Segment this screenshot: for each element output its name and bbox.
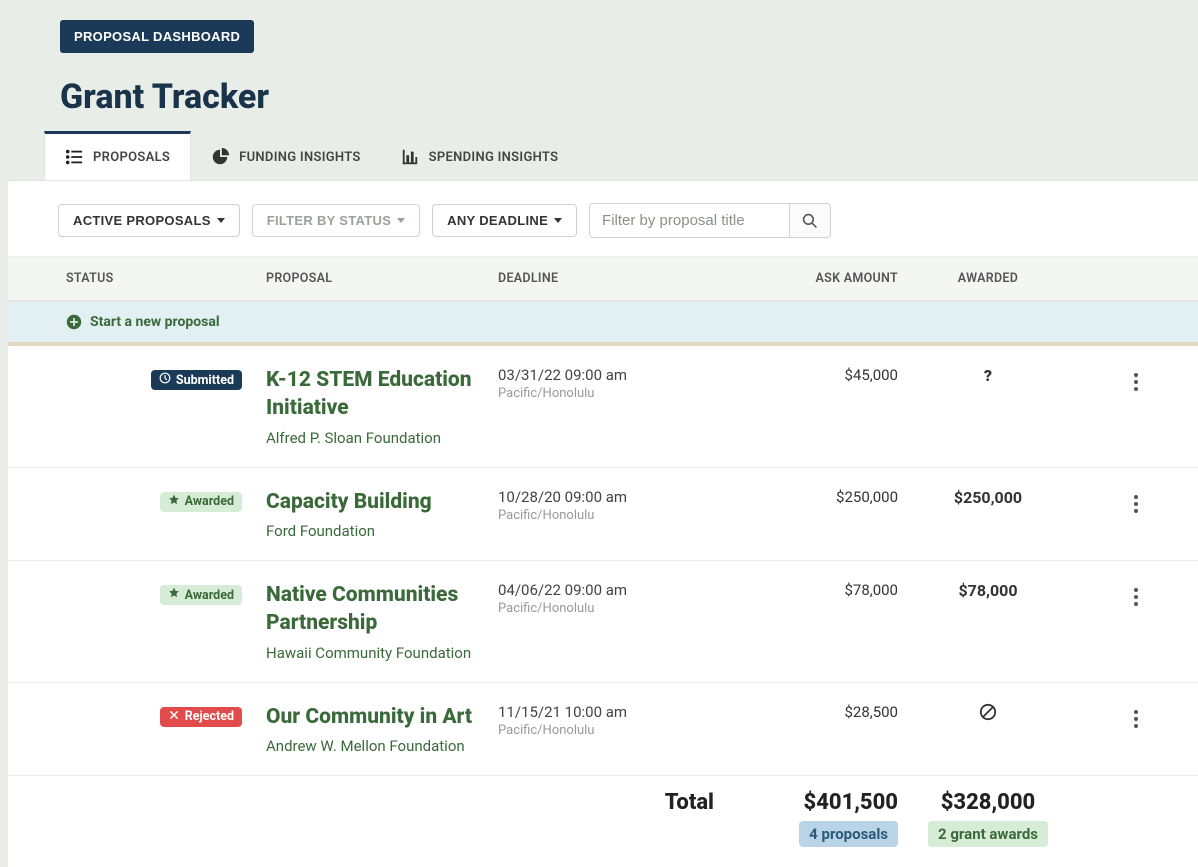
total-awarded-amount: $328,000 bbox=[898, 790, 1078, 815]
filter-active-proposals[interactable]: ACTIVE PROPOSALS bbox=[58, 204, 240, 237]
deadline-datetime: 11/15/21 10:00 am bbox=[498, 703, 718, 721]
table-row: Submitted K-12 STEM Education Initiative A… bbox=[8, 346, 1198, 468]
deadline-timezone: Pacific/Honolulu bbox=[498, 508, 718, 523]
proposals-count-pill: 4 proposals bbox=[799, 821, 898, 847]
pie-chart-icon bbox=[211, 148, 229, 166]
total-ask-amount: $401,500 bbox=[718, 790, 898, 815]
filter-status-label: FILTER BY STATUS bbox=[267, 213, 391, 228]
tab-proposals-label: PROPOSALS bbox=[93, 150, 170, 165]
filter-by-status[interactable]: FILTER BY STATUS bbox=[252, 204, 420, 237]
page-title: Grant Tracker bbox=[60, 77, 1198, 117]
start-new-proposal-label: Start a new proposal bbox=[90, 314, 220, 330]
tab-spending-insights[interactable]: SPENDING INSIGHTS bbox=[381, 131, 579, 180]
status-label: Rejected bbox=[185, 709, 234, 724]
tabs: PROPOSALS FUNDING INSIGHTS SPENDING INSI… bbox=[44, 131, 1198, 180]
proposal-title-link[interactable]: K-12 STEM Education Initiative bbox=[266, 366, 498, 423]
proposal-title-link[interactable]: Native Communities Partnership bbox=[266, 581, 498, 638]
table-row: Awarded Native Communities Partnership Haw… bbox=[8, 561, 1198, 683]
deadline-timezone: Pacific/Honolulu bbox=[498, 601, 718, 616]
star-icon bbox=[168, 587, 180, 603]
search-icon bbox=[802, 213, 818, 229]
row-menu-button[interactable] bbox=[1124, 492, 1148, 516]
proposal-funder: Alfred P. Sloan Foundation bbox=[266, 429, 498, 447]
chevron-down-icon bbox=[554, 218, 562, 223]
tab-proposals[interactable]: PROPOSALS bbox=[44, 131, 191, 180]
deadline-datetime: 04/06/22 09:00 am bbox=[498, 581, 718, 599]
col-proposal: PROPOSAL bbox=[266, 271, 498, 286]
search-input[interactable] bbox=[589, 203, 789, 238]
proposal-funder: Andrew W. Mellon Foundation bbox=[266, 737, 498, 755]
totals-row: Total $401,500 4 proposals $328,000 2 gr… bbox=[8, 776, 1198, 867]
grant-awards-count-pill: 2 grant awards bbox=[928, 821, 1048, 847]
proposal-title-link[interactable]: Our Community in Art bbox=[266, 703, 498, 731]
filter-bar: ACTIVE PROPOSALS FILTER BY STATUS ANY DE… bbox=[8, 181, 1198, 257]
ask-amount: $28,500 bbox=[718, 703, 898, 721]
col-status: STATUS bbox=[66, 271, 266, 286]
tab-funding-label: FUNDING INSIGHTS bbox=[239, 150, 361, 165]
proposal-funder: Hawaii Community Foundation bbox=[266, 644, 498, 662]
bar-chart-icon bbox=[401, 148, 419, 166]
status-badge: Submitted bbox=[151, 370, 242, 390]
star-icon bbox=[168, 494, 180, 510]
row-menu-button[interactable] bbox=[1124, 370, 1148, 394]
row-menu-button[interactable] bbox=[1124, 585, 1148, 609]
total-label: Total bbox=[498, 790, 718, 847]
plus-circle-icon bbox=[66, 314, 82, 330]
col-deadline: DEADLINE bbox=[498, 271, 718, 286]
list-icon bbox=[65, 148, 83, 166]
status-badge: Awarded bbox=[160, 585, 242, 605]
tab-spending-label: SPENDING INSIGHTS bbox=[429, 150, 559, 165]
status-label: Awarded bbox=[185, 588, 234, 603]
table-header: STATUS PROPOSAL DEADLINE ASK AMOUNT AWAR… bbox=[8, 257, 1198, 302]
awarded-unknown: ? bbox=[898, 366, 1078, 385]
ask-amount: $45,000 bbox=[718, 366, 898, 384]
status-badge: Awarded bbox=[160, 492, 242, 512]
row-menu-button[interactable] bbox=[1124, 707, 1148, 731]
table-row: Awarded Capacity Building Ford Foundation1… bbox=[8, 468, 1198, 561]
table-row: Rejected Our Community in Art Andrew W. Me… bbox=[8, 683, 1198, 776]
filter-any-deadline[interactable]: ANY DEADLINE bbox=[432, 204, 577, 237]
proposal-funder: Ford Foundation bbox=[266, 522, 498, 540]
proposals-panel: ACTIVE PROPOSALS FILTER BY STATUS ANY DE… bbox=[8, 180, 1198, 867]
awarded-rejected bbox=[898, 703, 1078, 725]
col-awarded: AWARDED bbox=[898, 271, 1078, 286]
prohibited-icon bbox=[979, 703, 997, 721]
deadline-timezone: Pacific/Honolulu bbox=[498, 723, 718, 738]
clock-icon bbox=[159, 372, 171, 388]
chevron-down-icon bbox=[217, 218, 225, 223]
x-icon bbox=[168, 709, 180, 725]
col-ask-amount: ASK AMOUNT bbox=[718, 271, 898, 286]
deadline-datetime: 10/28/20 09:00 am bbox=[498, 488, 718, 506]
awarded-amount: $78,000 bbox=[898, 581, 1078, 600]
status-label: Awarded bbox=[185, 494, 234, 509]
awarded-amount: $250,000 bbox=[898, 488, 1078, 507]
start-new-proposal-row[interactable]: Start a new proposal bbox=[8, 302, 1198, 346]
search-button[interactable] bbox=[789, 203, 831, 238]
ask-amount: $250,000 bbox=[718, 488, 898, 506]
proposal-dashboard-button[interactable]: PROPOSAL DASHBOARD bbox=[60, 20, 254, 53]
proposal-title-link[interactable]: Capacity Building bbox=[266, 488, 498, 516]
ask-amount: $78,000 bbox=[718, 581, 898, 599]
deadline-datetime: 03/31/22 09:00 am bbox=[498, 366, 718, 384]
status-badge: Rejected bbox=[160, 707, 242, 727]
tab-funding-insights[interactable]: FUNDING INSIGHTS bbox=[191, 131, 381, 180]
status-label: Submitted bbox=[176, 373, 234, 388]
deadline-timezone: Pacific/Honolulu bbox=[498, 386, 718, 401]
filter-active-label: ACTIVE PROPOSALS bbox=[73, 213, 211, 228]
filter-deadline-label: ANY DEADLINE bbox=[447, 213, 548, 228]
chevron-down-icon bbox=[397, 218, 405, 223]
